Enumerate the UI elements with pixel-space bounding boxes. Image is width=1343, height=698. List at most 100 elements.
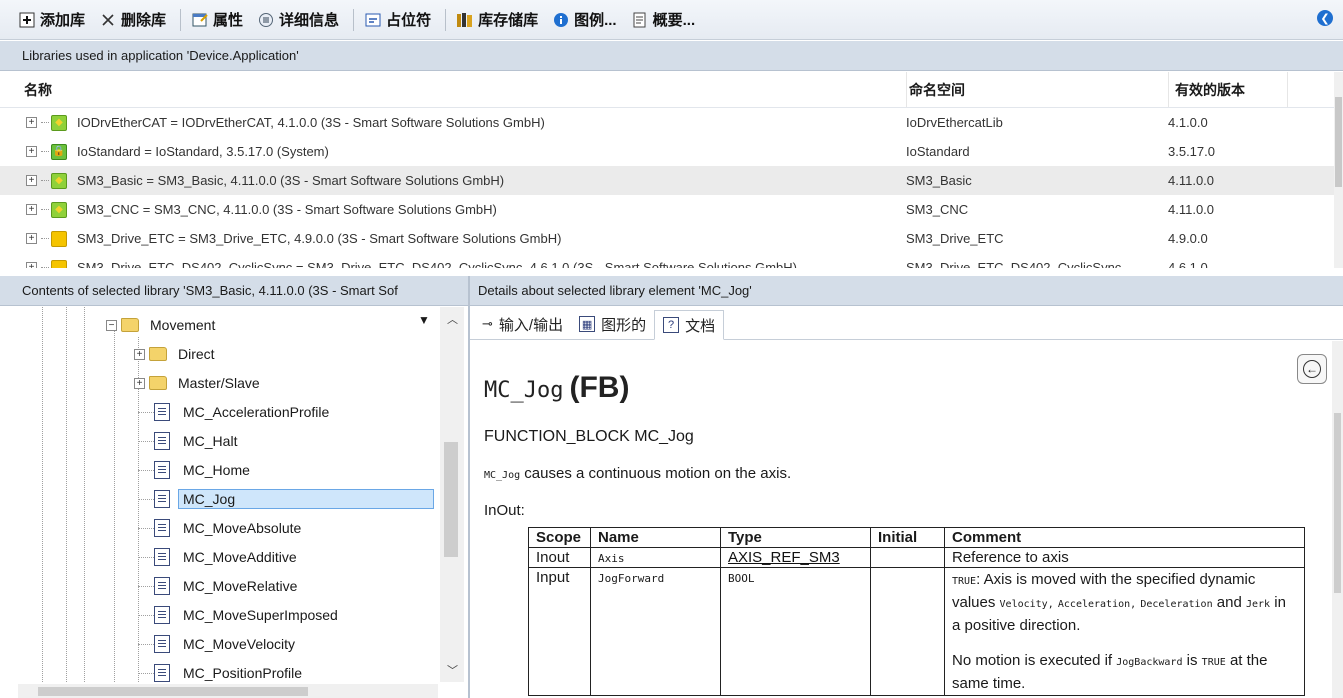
tree-item[interactable]: MC_MoveAdditive bbox=[154, 544, 302, 570]
expand-icon[interactable]: + bbox=[26, 146, 37, 157]
connector-icon: ⊸ bbox=[482, 316, 493, 331]
tree-scrollbar[interactable]: ︿ ﹀ bbox=[440, 307, 464, 682]
library-namespace: SM3_Drive_ETC bbox=[906, 231, 1004, 246]
function-block-icon bbox=[154, 664, 170, 682]
toolbar-separator bbox=[180, 8, 182, 31]
library-name: IODrvEtherCAT = IODrvEtherCAT, 4.1.0.0 (… bbox=[77, 115, 545, 130]
add-icon bbox=[18, 11, 36, 29]
library-namespace: SM3_CNC bbox=[906, 202, 969, 217]
folder-icon bbox=[149, 347, 167, 361]
help-icon: ? bbox=[663, 317, 680, 333]
tab-documentation[interactable]: ? 文档 bbox=[654, 310, 725, 340]
library-namespace: IoDrvEthercatLib bbox=[906, 115, 1003, 130]
summary-button[interactable]: 概要... bbox=[631, 9, 695, 30]
library-row-selected[interactable]: + ◆ SM3_Basic = SM3_Basic, 4.11.0.0 (3S - … bbox=[0, 166, 1334, 195]
tree-item[interactable]: MC_MoveVelocity bbox=[154, 631, 300, 657]
tree-item[interactable]: MC_Halt bbox=[154, 428, 242, 454]
properties-icon bbox=[191, 11, 209, 29]
placeholders-button[interactable]: 占位符 bbox=[364, 9, 431, 30]
shield-icon: ◆ bbox=[51, 114, 67, 131]
add-library-button[interactable]: 添加库 bbox=[18, 9, 85, 30]
tree-folder-master-slave[interactable]: + Master/Slave bbox=[134, 370, 265, 396]
library-version: 4.9.0.0 bbox=[1168, 231, 1208, 246]
documentation-view: ← MC_Jog (FB) FUNCTION_BLOCK MC_Jog MC_J… bbox=[470, 341, 1332, 698]
expand-icon[interactable]: + bbox=[26, 262, 37, 268]
tab-graphical[interactable]: ▦ 图形的 bbox=[571, 309, 654, 339]
library-icon bbox=[51, 230, 67, 247]
scrollbar-thumb[interactable] bbox=[1335, 97, 1342, 187]
details-tabs: ⊸ 输入/输出 ▦ 图形的 ? 文档 bbox=[470, 308, 1343, 340]
library-manager-window: 添加库 删除库 属性 详细信息 占位符 库存储库 图例... 概要... ❮ L… bbox=[0, 0, 1343, 698]
scroll-up-icon[interactable]: ︿ bbox=[447, 311, 458, 327]
navigate-back-icon[interactable]: ❮ bbox=[1317, 10, 1333, 26]
details-panel-title: Details about selected library element '… bbox=[470, 276, 1343, 306]
expand-icon[interactable]: + bbox=[134, 377, 145, 389]
library-row[interactable]: + ◆ IODrvEtherCAT = IODrvEtherCAT, 4.1.0.0… bbox=[0, 108, 1334, 137]
expand-icon[interactable]: + bbox=[134, 348, 145, 360]
library-namespace: SM3_Basic bbox=[906, 173, 972, 188]
tree-item[interactable]: MC_PositionProfile bbox=[154, 660, 307, 682]
properties-button[interactable]: 属性 bbox=[191, 9, 243, 30]
scrollbar-thumb[interactable] bbox=[444, 442, 458, 557]
library-row[interactable]: + 🔒 IoStandard = IoStandard, 3.5.17.0 (Sys… bbox=[0, 137, 1334, 166]
scrollbar-thumb[interactable] bbox=[1334, 413, 1341, 593]
column-header-version[interactable]: 有效的版本 bbox=[1168, 72, 1288, 107]
library-row[interactable]: + SM3_Drive_ETC_DS402_CyclicSync = SM3_Dr… bbox=[0, 253, 1334, 268]
details-button[interactable]: 详细信息 bbox=[257, 9, 339, 30]
expand-icon[interactable]: + bbox=[26, 175, 37, 186]
tree-item[interactable]: MC_AccelerationProfile bbox=[154, 399, 334, 425]
lock-icon: 🔒 bbox=[51, 143, 67, 160]
tree-folder-direct[interactable]: + Direct bbox=[134, 341, 220, 367]
column-header-name[interactable]: 名称 bbox=[0, 80, 906, 100]
tree-item[interactable]: MC_MoveRelative bbox=[154, 573, 302, 599]
library-icon bbox=[51, 259, 67, 268]
function-block-icon bbox=[154, 577, 170, 595]
tree-item-selected[interactable]: MC_Jog bbox=[154, 486, 434, 512]
library-namespace: SM3_Drive_ETC_DS402_CyclicSync bbox=[906, 260, 1122, 268]
function-block-icon bbox=[154, 432, 170, 450]
library-row[interactable]: + ◆ SM3_CNC = SM3_CNC, 4.11.0.0 (3S - Smar… bbox=[0, 195, 1334, 224]
description: MC_Jog causes a continuous motion on the… bbox=[484, 465, 792, 482]
library-name: SM3_Drive_ETC_DS402_CyclicSync = SM3_Dri… bbox=[77, 260, 797, 268]
tree-item[interactable]: MC_MoveAbsolute bbox=[154, 515, 306, 541]
contents-panel-title: Contents of selected library 'SM3_Basic,… bbox=[0, 276, 468, 306]
library-repository-button[interactable]: 库存储库 bbox=[456, 9, 538, 30]
scrollbar-thumb[interactable] bbox=[38, 687, 308, 696]
library-version: 4.11.0.0 bbox=[1168, 202, 1215, 217]
library-name: SM3_Drive_ETC = SM3_Drive_ETC, 4.9.0.0 (… bbox=[77, 231, 562, 246]
library-contents-tree: − Movement + Direct + Master/Slave MC_Ac… bbox=[18, 307, 438, 682]
library-name: IoStandard = IoStandard, 3.5.17.0 (Syste… bbox=[77, 144, 329, 159]
libraries-scrollbar[interactable] bbox=[1334, 72, 1343, 268]
column-header-namespace[interactable]: 命名空间 bbox=[906, 72, 1168, 107]
scroll-down-icon[interactable]: ﹀ bbox=[447, 662, 458, 678]
tree-item[interactable]: MC_MoveSuperImposed bbox=[154, 602, 343, 628]
library-namespace: IoStandard bbox=[906, 144, 970, 159]
tree-item[interactable]: MC_Home bbox=[154, 457, 255, 483]
collapse-icon[interactable]: − bbox=[106, 319, 117, 331]
shield-icon: ◆ bbox=[51, 172, 67, 189]
delete-library-button[interactable]: 删除库 bbox=[99, 9, 166, 30]
page-title: MC_Jog (FB) bbox=[484, 371, 630, 404]
documentation-scrollbar[interactable] bbox=[1332, 341, 1343, 698]
libraries-table-header: 名称 命名空间 有效的版本 bbox=[0, 72, 1334, 108]
tree-dropdown-icon[interactable]: ▼ bbox=[418, 313, 430, 327]
details-icon bbox=[257, 11, 275, 29]
libraries-panel-title: Libraries used in application 'Device.Ap… bbox=[0, 41, 1343, 71]
declaration: FUNCTION_BLOCK MC_Jog bbox=[484, 428, 694, 445]
tab-inout[interactable]: ⊸ 输入/输出 bbox=[474, 309, 571, 339]
tree-folder-movement[interactable]: − Movement bbox=[106, 312, 220, 338]
library-row[interactable]: + SM3_Drive_ETC = SM3_Drive_ETC, 4.9.0.0 … bbox=[0, 224, 1334, 253]
function-block-icon bbox=[154, 635, 170, 653]
tree-horizontal-scrollbar[interactable] bbox=[18, 684, 438, 698]
function-block-icon bbox=[154, 490, 170, 508]
folder-open-icon bbox=[121, 318, 139, 332]
expand-icon[interactable]: + bbox=[26, 204, 37, 215]
function-block-icon bbox=[154, 606, 170, 624]
library-version: 4.11.0.0 bbox=[1168, 173, 1215, 188]
expand-icon[interactable]: + bbox=[26, 233, 37, 244]
expand-icon[interactable]: + bbox=[26, 117, 37, 128]
type-link[interactable]: AXIS_REF_SM3 bbox=[728, 549, 840, 566]
legend-button[interactable]: 图例... bbox=[552, 9, 617, 30]
library-name: SM3_Basic = SM3_Basic, 4.11.0.0 (3S - Sm… bbox=[77, 173, 505, 188]
back-button[interactable]: ← bbox=[1297, 354, 1327, 384]
